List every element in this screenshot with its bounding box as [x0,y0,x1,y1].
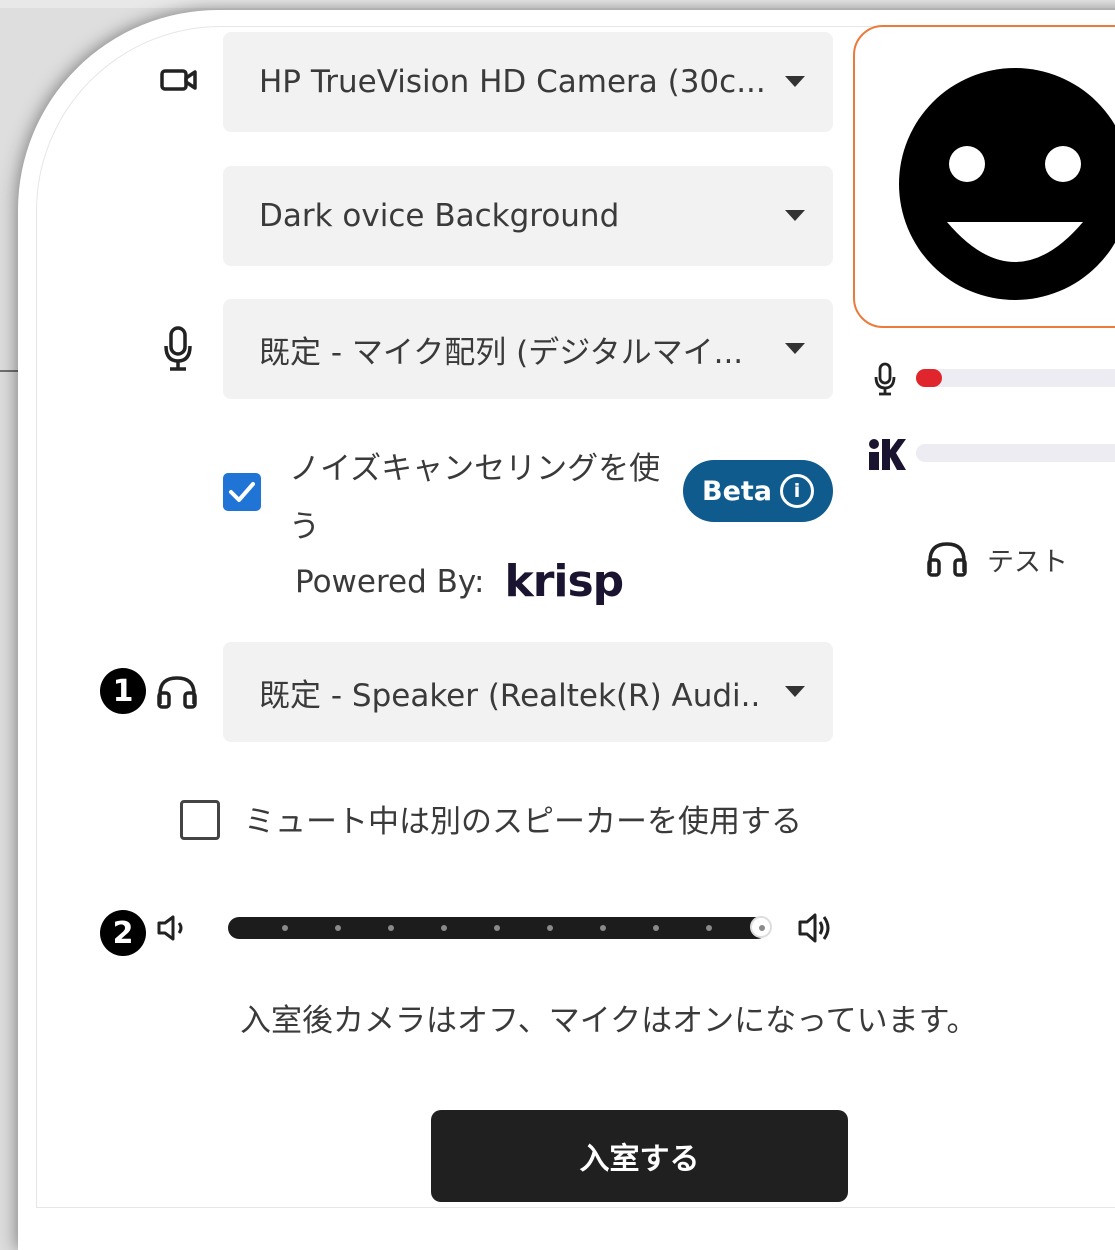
volume-slider-tick [441,925,447,931]
chevron-down-icon [785,210,805,221]
mute-speaker-label: ミュート中は別のスピーカーを使用する [244,804,802,840]
noise-cancel-checkbox[interactable] [223,473,261,511]
smiley-avatar-icon [899,68,1115,300]
volume-slider-tick [335,925,341,931]
beta-badge[interactable]: Beta i [683,460,833,522]
camera-select[interactable]: HP TrueVision HD Camera (30c... [223,32,833,132]
microphone-select-value: 既定 - マイク配列 (デジタルマイ... [259,334,744,371]
camera-preview [853,25,1115,328]
volume-slider-tick [653,925,659,931]
krisp-level-meter [916,444,1115,462]
step-badge-2: 2 [100,910,146,956]
step-badge-1: 1 [100,668,146,714]
camera-mic-notice: 入室後カメラはオフ、マイクはオンになっています。 [240,1003,978,1039]
volume-slider-tick [388,925,394,931]
background-select[interactable]: Dark ovice Background [223,166,833,266]
checkmark-icon [229,482,255,502]
speaker-select[interactable]: 既定 - Speaker (Realtek(R) Audi... [223,642,833,742]
beta-label: Beta [701,475,773,507]
headphones-test-icon[interactable] [926,540,968,582]
volume-slider-tick [494,925,500,931]
mute-speaker-checkbox[interactable] [180,800,220,840]
powered-by-label: Powered By: [295,563,485,600]
camera-icon [160,66,198,98]
background-select-value: Dark ovice Background [259,198,620,234]
volume-slider-tick [600,925,606,931]
headphones-icon [156,674,198,714]
microphone-level-fill [916,369,942,387]
microphone-icon [163,326,193,376]
enter-room-button[interactable]: 入室する [431,1110,848,1202]
chevron-down-icon [785,343,805,354]
noise-cancel-label: ノイズキャンセリングを使う [289,451,661,545]
volume-slider-tick [282,925,288,931]
krisp-logo: krisp [504,556,624,607]
volume-slider[interactable] [228,916,772,939]
krisp-icon [866,436,906,476]
volume-slider-tick [547,925,553,931]
volume-high-icon[interactable] [797,912,835,948]
speaker-select-value: 既定 - Speaker (Realtek(R) Audi... [259,677,763,714]
info-icon: i [780,474,815,508]
microphone-level-meter [916,369,1115,387]
powered-by: Powered By: krisp [295,556,624,607]
chevron-down-icon [785,76,805,87]
microphone-level-icon [874,362,896,400]
chevron-down-icon [785,686,805,697]
volume-slider-tick [706,925,712,931]
test-button[interactable]: テスト [987,540,1068,579]
volume-low-icon[interactable] [156,914,192,946]
background-strip [0,0,1115,8]
volume-slider-tick [759,925,765,931]
camera-select-value: HP TrueVision HD Camera (30c... [259,64,763,100]
microphone-select[interactable]: 既定 - マイク配列 (デジタルマイ... [223,299,833,399]
